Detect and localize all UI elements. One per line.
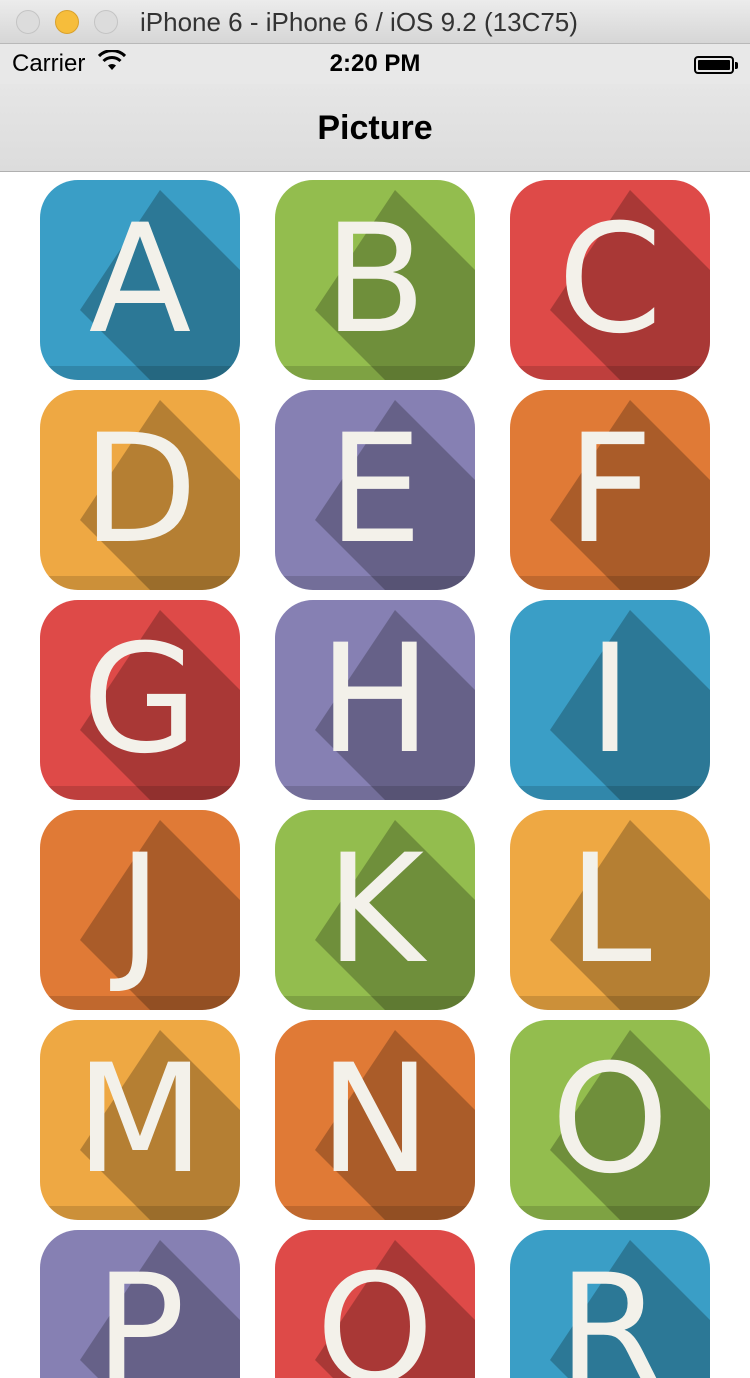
letter-tile-p[interactable]: P <box>40 1230 240 1378</box>
tile-letter: O <box>550 1033 670 1207</box>
tile-letter: F <box>566 403 654 577</box>
letter-tile-l[interactable]: L <box>510 810 710 1010</box>
tile-letter: P <box>94 1243 186 1378</box>
tile-letter: J <box>117 823 163 997</box>
simulator-title-bar: iPhone 6 - iPhone 6 / iOS 9.2 (13C75) <box>0 0 750 44</box>
tile-letter: D <box>82 403 198 577</box>
letter-tile-q[interactable]: Q <box>275 1230 475 1378</box>
page-title: Picture <box>317 109 433 147</box>
letter-tile-d[interactable]: D <box>40 390 240 590</box>
tile-letter: R <box>557 1243 663 1378</box>
letter-tile-m[interactable]: M <box>40 1020 240 1220</box>
tile-letter: C <box>557 193 663 367</box>
letter-tile-c[interactable]: C <box>510 180 710 380</box>
letter-tile-b[interactable]: B <box>275 180 475 380</box>
status-bar: Carrier 2:20 PM <box>0 44 750 84</box>
tile-letter: H <box>318 613 432 787</box>
letter-tile-f[interactable]: F <box>510 390 710 590</box>
letter-tile-h[interactable]: H <box>275 600 475 800</box>
letter-tile-o[interactable]: O <box>510 1020 710 1220</box>
window-minimize-button[interactable] <box>55 10 79 34</box>
letter-tile-k[interactable]: K <box>275 810 475 1010</box>
letter-tile-a[interactable]: A <box>40 180 240 380</box>
letter-tile-r[interactable]: R <box>510 1230 710 1378</box>
tile-letter: L <box>568 823 652 997</box>
letter-tile-j[interactable]: J <box>40 810 240 1010</box>
letter-tile-n[interactable]: N <box>275 1020 475 1220</box>
letter-tile-e[interactable]: E <box>275 390 475 590</box>
navigation-bar: Picture <box>0 84 750 172</box>
battery-icon <box>694 56 738 74</box>
letter-tile-i[interactable]: I <box>510 600 710 800</box>
tile-letter: Q <box>315 1243 435 1378</box>
letter-tile-g[interactable]: G <box>40 600 240 800</box>
tile-letter: M <box>75 1033 205 1207</box>
window-close-button[interactable] <box>16 10 40 34</box>
tile-letter: E <box>327 403 423 577</box>
window-title: iPhone 6 - iPhone 6 / iOS 9.2 (13C75) <box>140 7 578 37</box>
tile-letter: K <box>325 823 425 997</box>
status-time: 2:20 PM <box>329 50 421 77</box>
tile-letter: N <box>318 1033 432 1207</box>
tile-letter: A <box>88 193 192 367</box>
window-zoom-button[interactable] <box>94 10 118 34</box>
tile-letter: G <box>81 613 199 787</box>
tile-letter: I <box>587 613 633 787</box>
letter-grid: ABC DEF GHI JKL MNO PQR <box>0 172 750 1378</box>
tile-letter: B <box>323 193 427 367</box>
